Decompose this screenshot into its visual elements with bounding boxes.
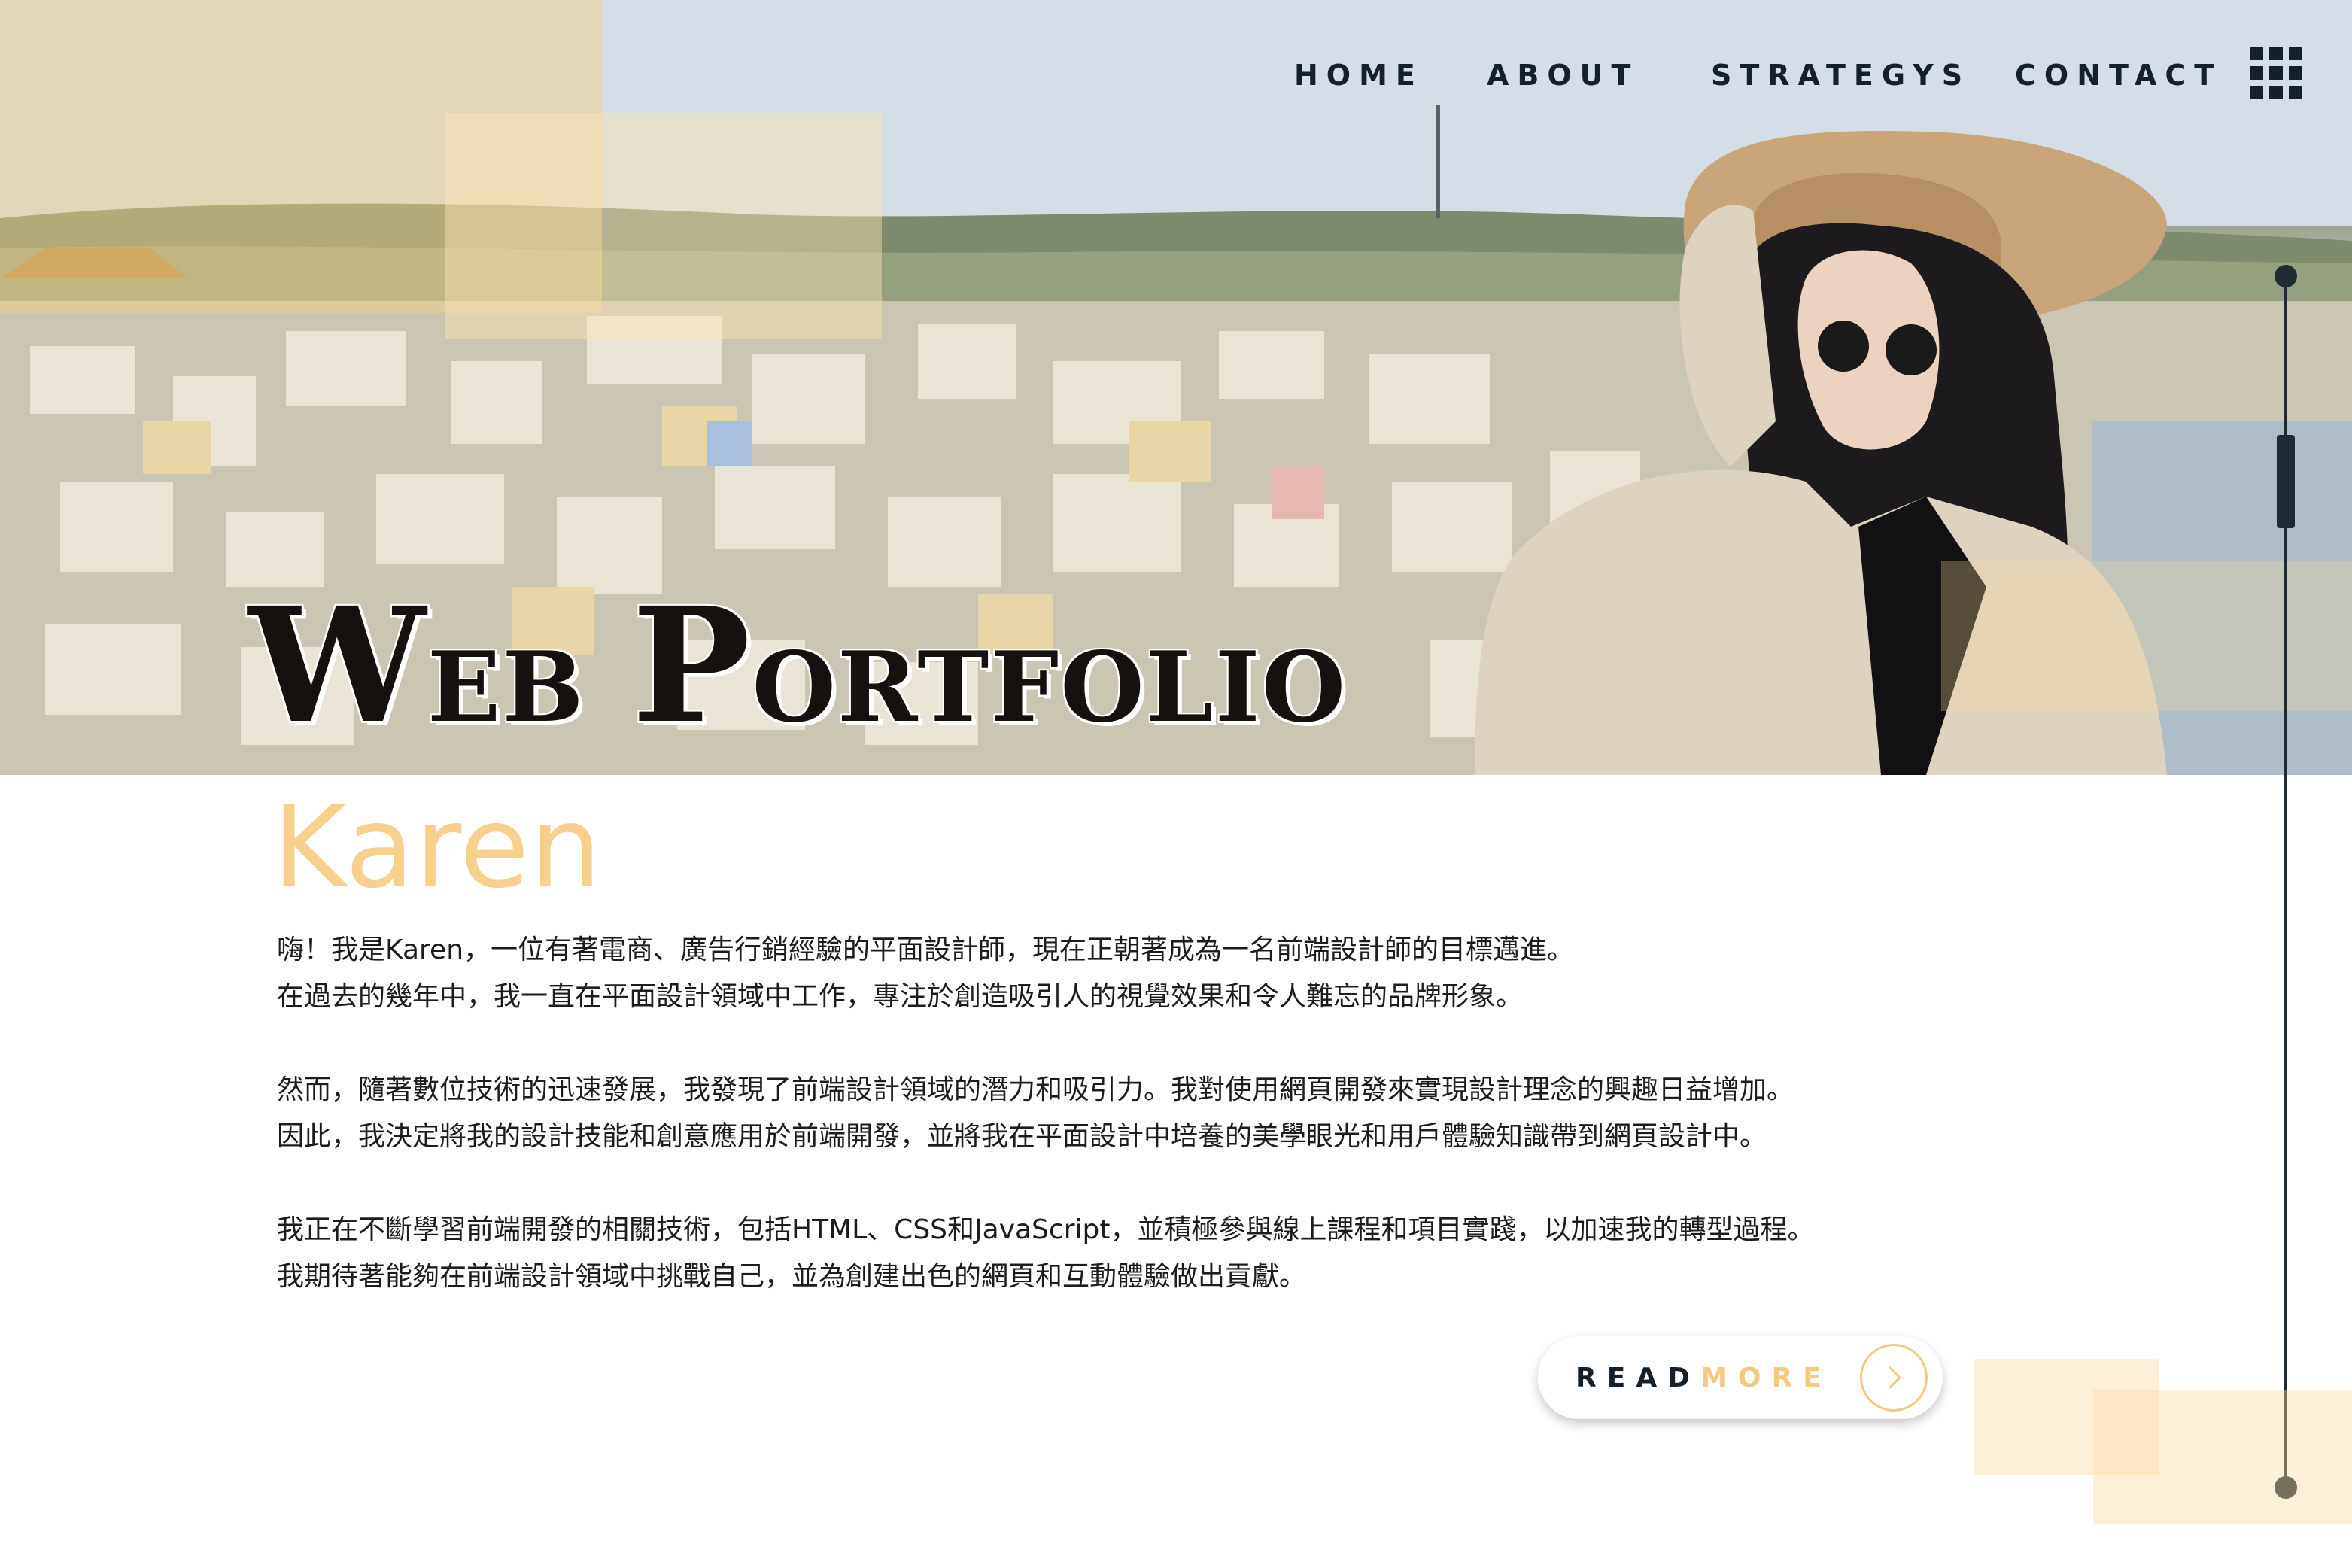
nav-home[interactable]: HOME [1294,59,1424,92]
accent-square [2093,1390,2352,1524]
intro-paragraph: 我期待著能夠在前端設計領域中挑戰自己，並為創建出色的網頁和互動體驗做出貢獻。 [277,1261,1307,1292]
accent-square [445,113,882,339]
title-initial: P [631,573,752,758]
intro-paragraph: 然而，隨著數位技術的迅速發展，我發現了前端設計領域的潛力和吸引力。我對使用網頁開… [277,1074,1794,1105]
title-word: EB [427,631,585,744]
grid-menu-icon[interactable] [2250,47,2302,99]
intro-paragraph: 在過去的幾年中，我一直在平面設計領域中工作，專注於創造吸引人的視覺效果和令人難忘… [277,981,1524,1012]
intro-paragraph: 因此，我決定將我的設計技能和創意應用於前端開發，並將我在平面設計中培養的美學眼光… [277,1121,1767,1152]
nav-strategys[interactable]: STRATEGYS [1711,59,1971,92]
page-title: WEB PORTFOLIO [248,587,1347,745]
scroll-thumb[interactable] [2277,435,2295,528]
accent-square [1941,561,2352,711]
nav-contact[interactable]: CONTACT [2015,59,2222,92]
title-initial: W [248,573,427,758]
scroll-top-dot [2275,265,2297,287]
intro-text: 嗨！我是Karen，一位有著電商、廣告行銷經驗的平面設計師，現在正朝著成為一名前… [277,927,2037,1300]
intro-paragraph: 我正在不斷學習前端開發的相關技術，包括HTML、CSS和JavaScript，並… [277,1214,1815,1245]
read-more-label-accent: MORE [1700,1362,1832,1393]
read-more-button[interactable]: READ MORE [1538,1336,1943,1419]
nav-about[interactable]: ABOUT [1487,59,1639,92]
intro-paragraph: 嗨！我是Karen，一位有著電商、廣告行銷經驗的平面設計師，現在正朝著成為一名前… [277,934,1575,965]
chevron-right-icon [1860,1344,1928,1412]
read-more-label: READ [1576,1362,1701,1393]
title-word: ORTFOLIO [752,631,1348,744]
profile-name: Karen [272,782,603,913]
